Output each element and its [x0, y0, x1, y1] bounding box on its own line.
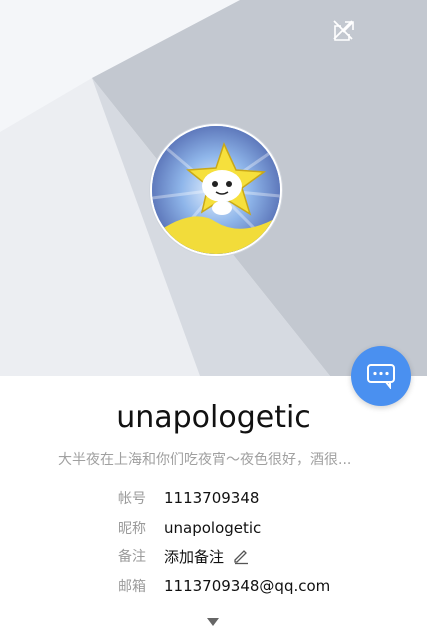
avatar[interactable]: [150, 124, 282, 256]
chat-button[interactable]: [351, 346, 411, 406]
avatar-image: [152, 126, 280, 254]
add-remark-link[interactable]: 添加备注: [164, 546, 224, 567]
remark-label: 备注: [118, 549, 146, 565]
signature-fade: [366, 446, 396, 470]
profile-banner: [0, 0, 427, 376]
window-actions: [331, 18, 407, 46]
email-value: 1113709348@qq.com: [164, 577, 331, 595]
personal-signature: 大半夜在上海和你们吃夜宵～夜色很好，酒很...: [58, 452, 352, 468]
close-icon[interactable]: [333, 18, 407, 46]
nickname-label: 昵称: [118, 521, 146, 537]
chat-bubble-icon: [367, 364, 395, 389]
account-label: 帐号: [118, 491, 146, 507]
pencil-icon[interactable]: [232, 547, 250, 569]
chevron-down-icon[interactable]: [205, 613, 221, 626]
profile-name: unapologetic: [116, 400, 311, 435]
account-value: 1113709348: [164, 489, 260, 507]
nickname-value: unapologetic: [164, 519, 262, 537]
profile-card: unapologetic 大半夜在上海和你们吃夜宵～夜色很好，酒很... 帐号 …: [0, 0, 427, 639]
email-label: 邮箱: [118, 579, 146, 595]
